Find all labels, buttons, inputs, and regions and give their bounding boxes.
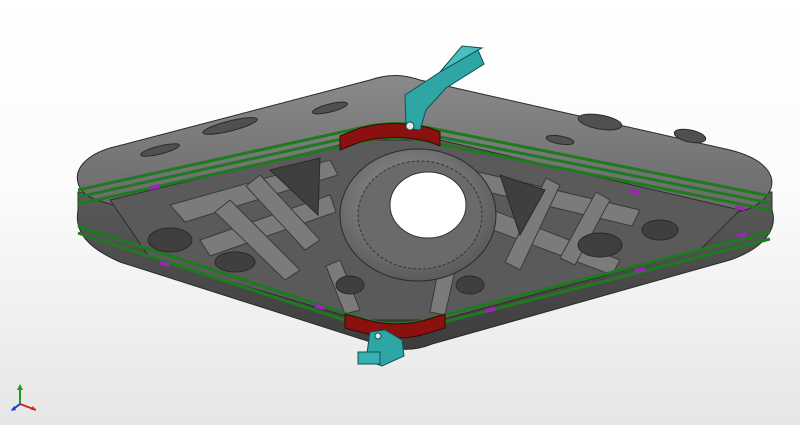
reference-triad[interactable] (6, 380, 42, 414)
part-model[interactable] (0, 0, 800, 425)
graphics-viewport[interactable] (0, 0, 800, 425)
hub-bore (389, 171, 467, 239)
